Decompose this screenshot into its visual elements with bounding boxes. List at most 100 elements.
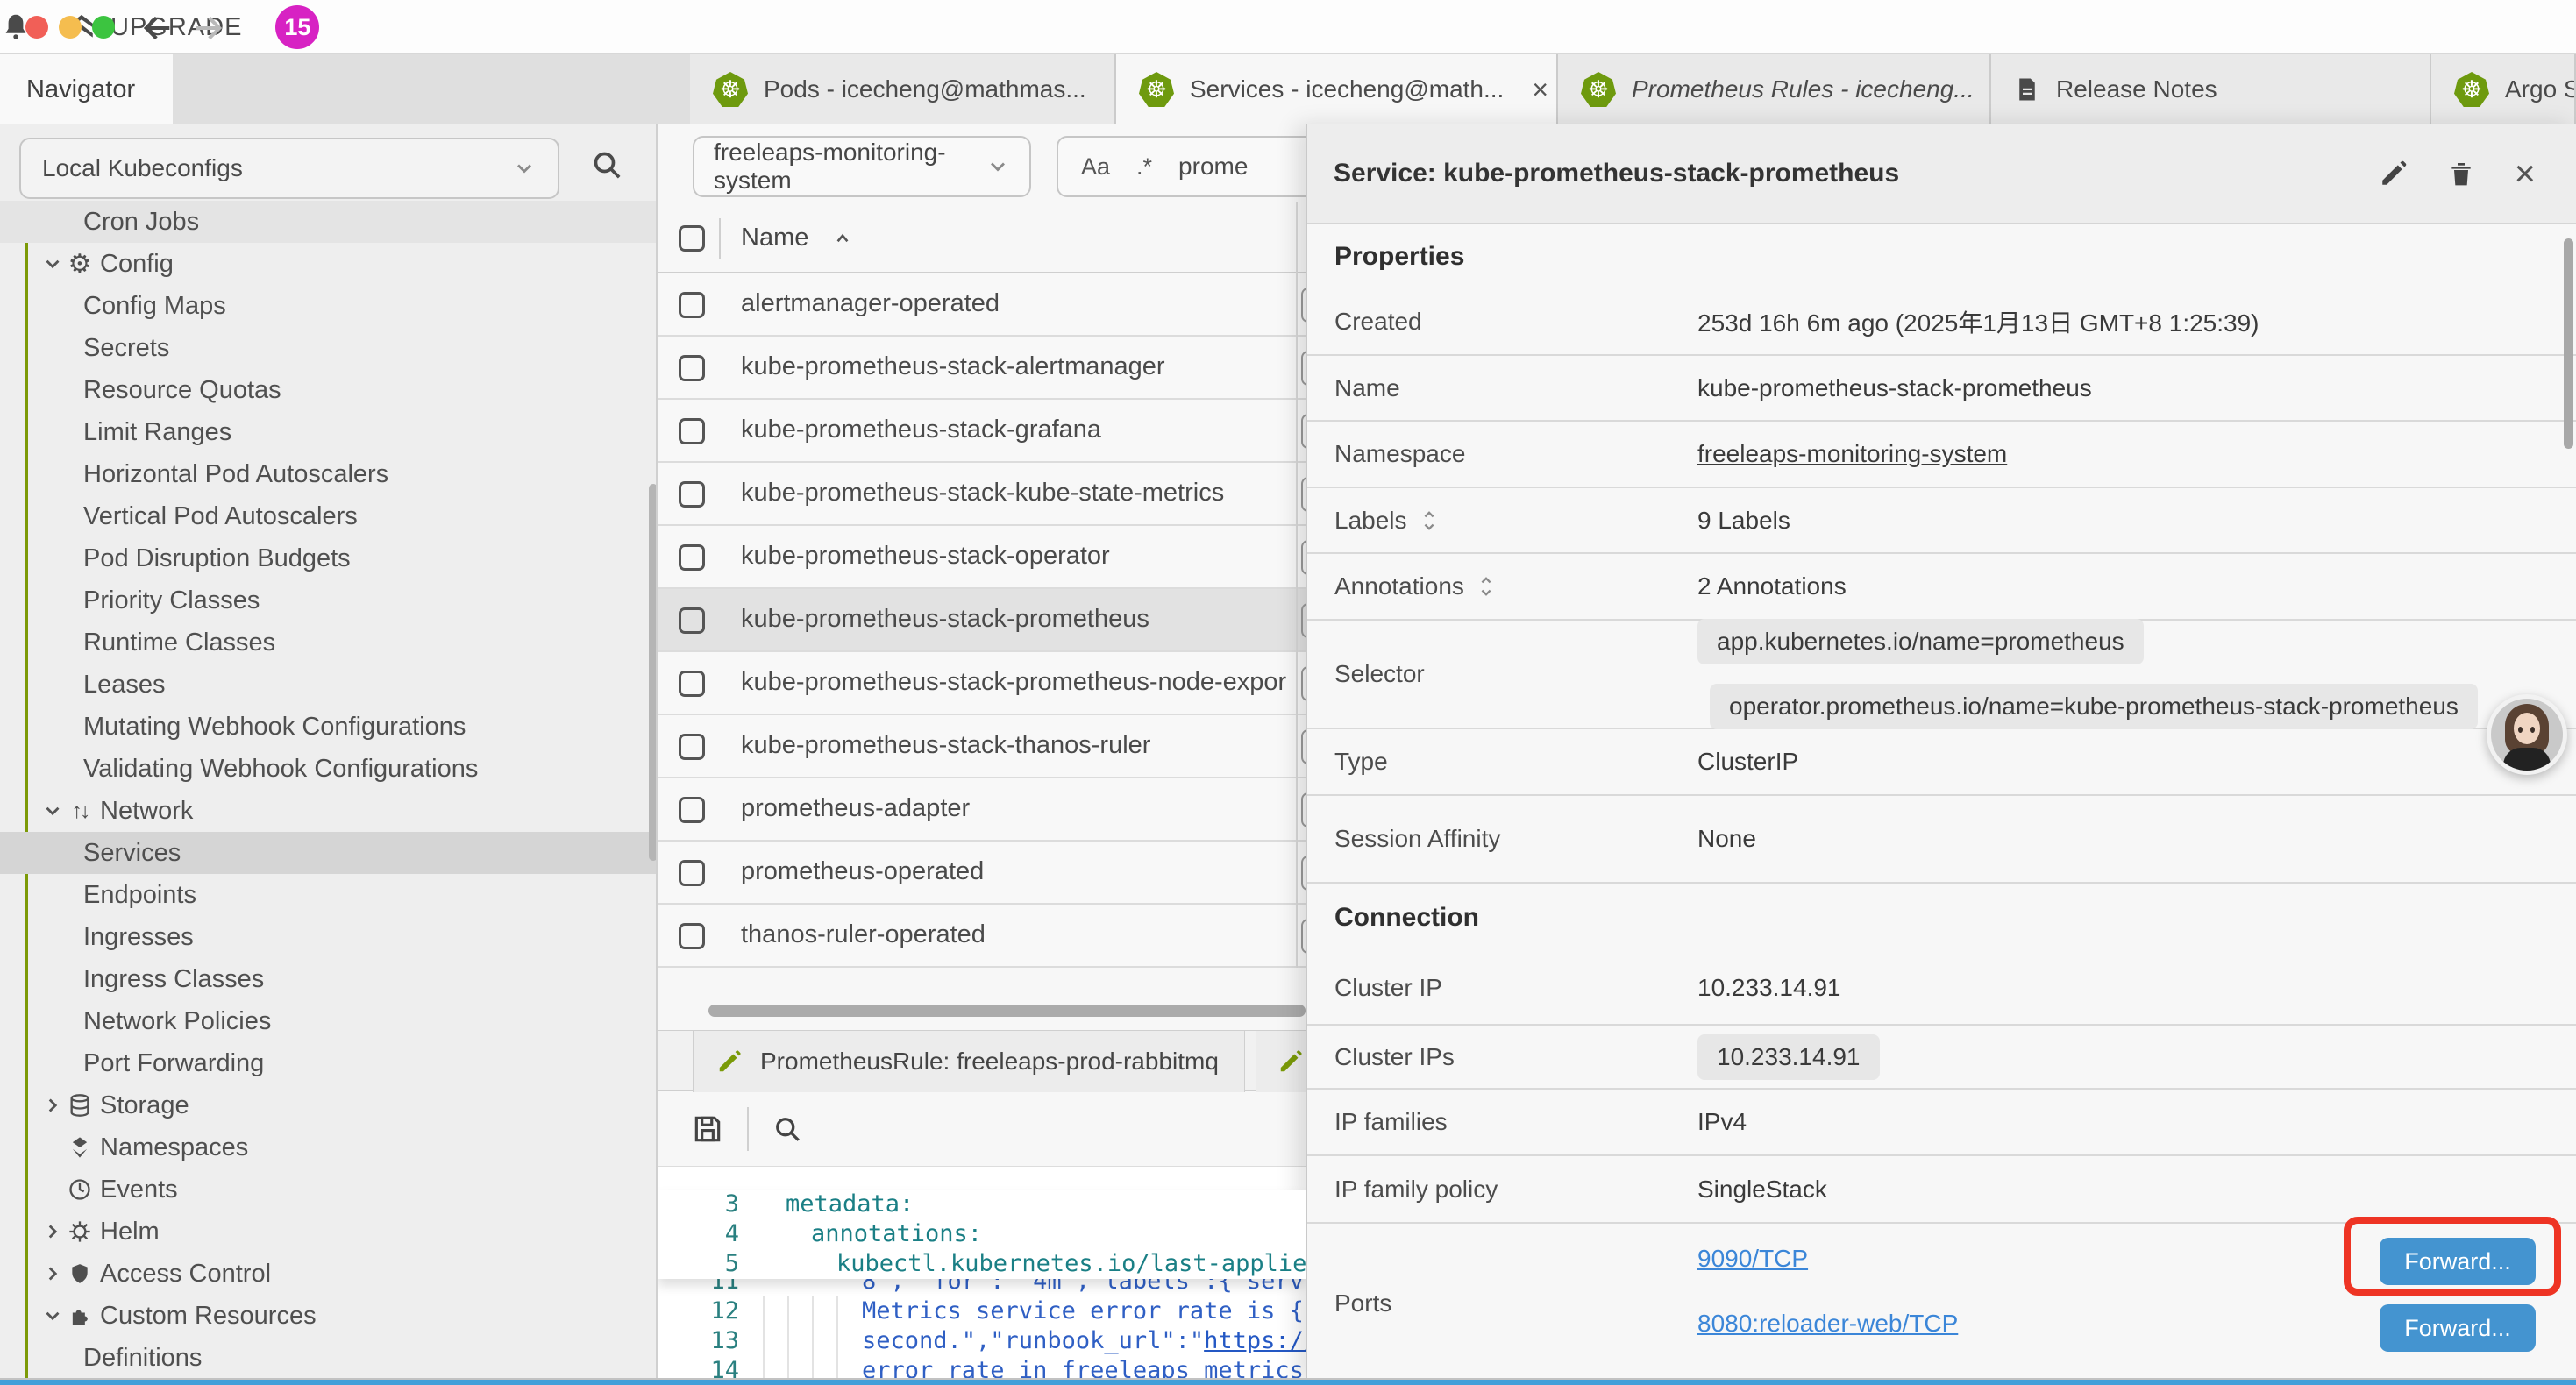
regex-toggle[interactable]: .* — [1136, 153, 1152, 181]
tab-close-icon[interactable]: × — [1532, 74, 1548, 106]
sidebar-item-vertical-pod-autoscalers[interactable]: Vertical Pod Autoscalers — [0, 495, 658, 537]
yaml-editor[interactable]: 3metadata:4annotations:5kubectl.kubernet… — [658, 1166, 1306, 1385]
row-checkbox[interactable] — [679, 544, 705, 571]
filter-input[interactable]: Aa .* prome — [1057, 136, 1306, 197]
yaml-line-4[interactable]: 4annotations: — [658, 1219, 1306, 1249]
row-checkbox[interactable] — [679, 292, 705, 318]
table-row[interactable]: prometheus-adapter — [658, 778, 1306, 842]
port-link[interactable]: 9090/TCP — [1697, 1245, 1808, 1273]
table-row[interactable]: thanos-ruler-operated — [658, 905, 1306, 968]
sidebar-item-definitions[interactable]: Definitions — [0, 1337, 658, 1379]
namespace-link[interactable]: freeleaps-monitoring-system — [1697, 440, 2007, 468]
sidebar-search-icon[interactable] — [589, 147, 624, 182]
kubeconfig-selector[interactable]: Local Kubeconfigs — [19, 138, 559, 199]
sidebar-item-events[interactable]: Events — [0, 1168, 658, 1211]
traffic-light-zoom[interactable] — [92, 16, 115, 39]
table-row[interactable]: kube-prometheus-stack-grafana — [658, 400, 1306, 463]
sidebar-item-storage[interactable]: Storage — [0, 1084, 658, 1126]
drawer-scrollbar[interactable] — [2564, 238, 2573, 449]
table-row[interactable]: prometheus-operated — [658, 842, 1306, 905]
sidebar-item-limit-ranges[interactable]: Limit Ranges — [0, 411, 658, 453]
sidebar-item-runtime-classes[interactable]: Runtime Classes — [0, 621, 658, 664]
back-arrow-icon[interactable] — [140, 11, 175, 46]
chevron-down-icon[interactable] — [41, 1304, 64, 1327]
editor-search-icon[interactable] — [772, 1113, 803, 1145]
sidebar-item-access-control[interactable]: Access Control — [0, 1253, 658, 1295]
sidebar-item-namespaces[interactable]: Namespaces — [0, 1126, 658, 1168]
yaml-line-5[interactable]: 5kubectl.kubernetes.io/last-applied-co — [658, 1249, 1306, 1279]
table-horizontal-scrollbar[interactable] — [708, 1005, 1306, 1017]
port-link[interactable]: 8080:reloader-web/TCP — [1697, 1310, 1958, 1338]
row-checkbox[interactable] — [679, 923, 705, 949]
app-tab-argo[interactable]: ☸Argo Se — [2431, 54, 2576, 124]
row-checkbox[interactable] — [679, 607, 705, 634]
row-checkbox[interactable] — [679, 797, 705, 823]
save-icon[interactable] — [691, 1112, 724, 1146]
yaml-line-3[interactable]: 3metadata: — [658, 1190, 1306, 1219]
editor-tab-prometheusrule[interactable]: PrometheusRule: freeleaps-prod-rabbitmq — [693, 1031, 1245, 1092]
yaml-line-11[interactable]: 118", "for": "4m", labels :{ service : — [658, 1279, 1306, 1296]
namespace-selector[interactable]: freeleaps-monitoring-system — [693, 136, 1031, 197]
traffic-light-close[interactable] — [25, 16, 48, 39]
sidebar-item-config-maps[interactable]: Config Maps — [0, 285, 658, 327]
row-checkbox[interactable] — [679, 671, 705, 697]
table-row[interactable]: kube-prometheus-stack-operator — [658, 526, 1306, 589]
editor-tab-partial[interactable] — [1256, 1031, 1306, 1092]
table-row[interactable]: kube-prometheus-stack-thanos-ruler — [658, 715, 1306, 778]
sort-toggle-icon[interactable] — [1420, 509, 1439, 532]
sidebar-item-horizontal-pod-autoscalers[interactable]: Horizontal Pod Autoscalers — [0, 453, 658, 495]
match-case-toggle[interactable]: Aa — [1081, 153, 1110, 181]
row-checkbox[interactable] — [679, 734, 705, 760]
chevron-down-icon[interactable] — [41, 799, 64, 822]
select-all-checkbox[interactable] — [679, 225, 705, 252]
sidebar-item-priority-classes[interactable]: Priority Classes — [0, 579, 658, 621]
app-tab-prometheus[interactable]: ☸Prometheus Rules - icecheng... — [1558, 54, 1991, 124]
chevron-right-icon[interactable] — [41, 1220, 64, 1243]
forward-arrow-icon[interactable] — [190, 11, 225, 46]
sidebar-item-config[interactable]: ⚙Config — [0, 243, 658, 285]
sidebar-item-mutating-webhook-configurations[interactable]: Mutating Webhook Configurations — [0, 706, 658, 748]
chevron-down-icon[interactable] — [41, 252, 64, 275]
table-row[interactable]: kube-prometheus-stack-prometheus — [658, 589, 1306, 652]
yaml-line-12[interactable]: 12Metrics service error rate is {{ $va — [658, 1296, 1306, 1326]
sidebar-item-resource-quotas[interactable]: Resource Quotas — [0, 369, 658, 411]
row-checkbox[interactable] — [679, 418, 705, 444]
sort-toggle-icon[interactable] — [1477, 575, 1496, 598]
sidebar-item-leases[interactable]: Leases — [0, 664, 658, 706]
sidebar-item-port-forwarding[interactable]: Port Forwarding — [0, 1042, 658, 1084]
app-tab-release[interactable]: Release Notes — [1991, 54, 2431, 124]
chevron-right-icon[interactable] — [41, 1262, 64, 1285]
table-row[interactable]: alertmanager-operated — [658, 273, 1306, 337]
sidebar-scrollbar[interactable] — [649, 484, 658, 861]
edit-pencil-icon[interactable] — [2379, 159, 2409, 188]
user-avatar[interactable] — [2487, 694, 2567, 775]
sort-ascending-icon[interactable] — [831, 227, 854, 250]
row-checkbox[interactable] — [679, 481, 705, 508]
sidebar-item-custom-resources[interactable]: Custom Resources — [0, 1295, 658, 1337]
close-icon[interactable]: × — [2514, 155, 2536, 192]
name-column-header[interactable]: Name — [741, 224, 808, 252]
traffic-light-minimize[interactable] — [59, 16, 82, 39]
sidebar-item-ingress-classes[interactable]: Ingress Classes — [0, 958, 658, 1000]
sidebar-item-network[interactable]: ↑↓Network — [0, 790, 658, 832]
forward-button[interactable]: Forward... — [2380, 1304, 2536, 1352]
yaml-line-13[interactable]: 13second.","runbook_url":"https://net — [658, 1326, 1306, 1356]
chevron-right-icon[interactable] — [41, 1094, 64, 1117]
sidebar-item-helm[interactable]: Helm — [0, 1211, 658, 1253]
sidebar-item-network-policies[interactable]: Network Policies — [0, 1000, 658, 1042]
table-row[interactable]: kube-prometheus-stack-alertmanager — [658, 337, 1306, 400]
sidebar-item-cron-jobs[interactable]: Cron Jobs — [0, 201, 658, 243]
delete-trash-icon[interactable] — [2447, 158, 2475, 189]
row-checkbox[interactable] — [679, 860, 705, 886]
app-tab-services[interactable]: ☸Services - icecheng@math...× — [1116, 54, 1558, 124]
notification-count-badge[interactable]: 15 — [275, 5, 319, 49]
sidebar-item-secrets[interactable]: Secrets — [0, 327, 658, 369]
table-row[interactable]: kube-prometheus-stack-kube-state-metrics — [658, 463, 1306, 526]
row-checkbox[interactable] — [679, 355, 705, 381]
navigator-panel-tab[interactable]: Navigator — [0, 54, 173, 124]
sidebar-item-validating-webhook-configurations[interactable]: Validating Webhook Configurations — [0, 748, 658, 790]
sidebar-item-endpoints[interactable]: Endpoints — [0, 874, 658, 916]
sidebar-item-services[interactable]: Services — [0, 832, 658, 874]
sidebar-item-ingresses[interactable]: Ingresses — [0, 916, 658, 958]
table-row[interactable]: kube-prometheus-stack-prometheus-node-ex… — [658, 652, 1306, 715]
